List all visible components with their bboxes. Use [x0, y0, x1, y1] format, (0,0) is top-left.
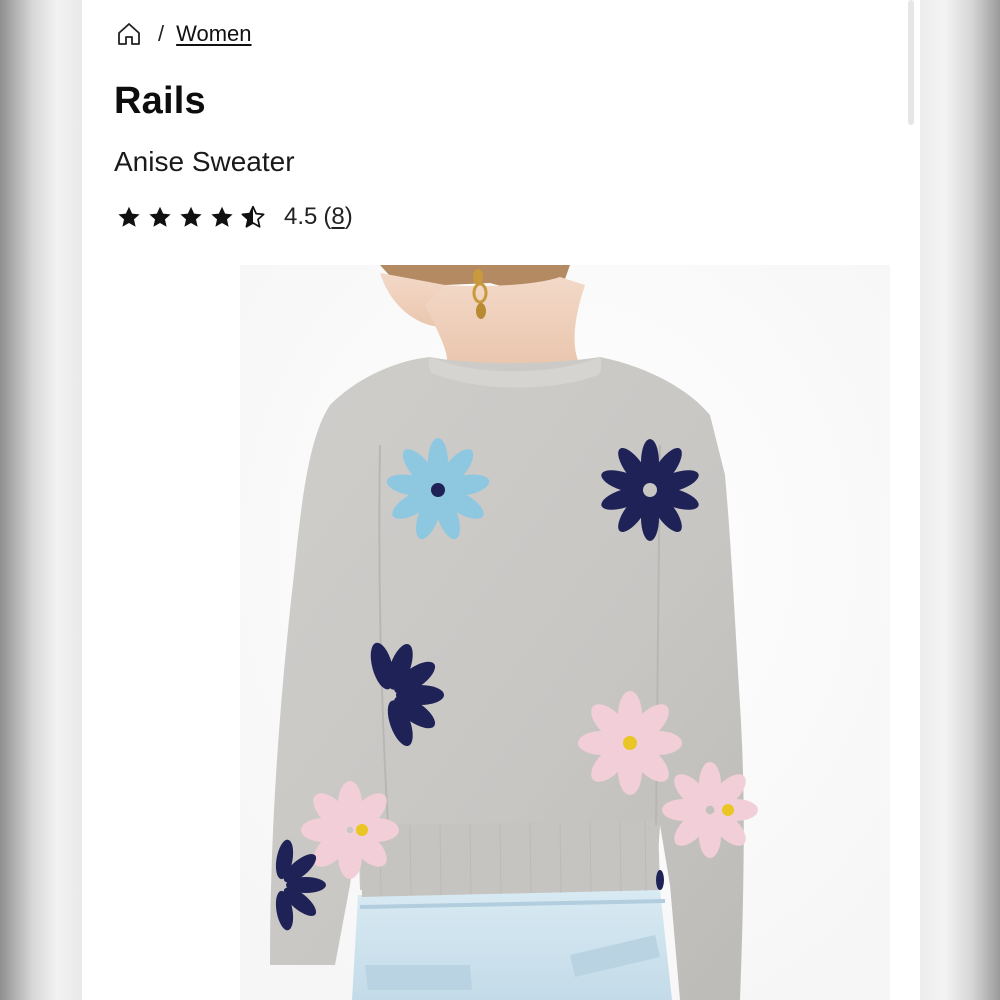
star-full-icon	[147, 204, 173, 230]
breadcrumb-link-women[interactable]: Women	[176, 21, 251, 47]
review-count-close: )	[344, 203, 353, 230]
blurred-background-right	[920, 0, 1000, 1000]
rating-stars	[116, 204, 266, 230]
breadcrumb-separator: /	[158, 21, 165, 46]
star-full-icon	[209, 204, 235, 230]
neck	[425, 277, 585, 365]
brand-name[interactable]: Rails	[114, 80, 206, 123]
star-full-icon	[178, 204, 204, 230]
blurred-background-left	[0, 0, 82, 1000]
star-full-icon	[116, 204, 142, 230]
star-half-icon	[240, 204, 266, 230]
pink-flower	[578, 691, 682, 795]
scrollbar[interactable]	[908, 0, 914, 125]
back-pocket	[365, 965, 472, 990]
product-rating[interactable]: 4.5 (8)	[116, 200, 353, 234]
home-icon[interactable]	[116, 21, 142, 47]
product-image[interactable]	[240, 265, 890, 1000]
rating-value: 4.5	[284, 203, 318, 230]
product-title: Anise Sweater	[114, 146, 295, 177]
hem-rib	[360, 821, 660, 897]
sweater-back-view	[240, 265, 890, 1000]
breadcrumb: / Women	[116, 18, 252, 50]
review-count[interactable]: 8	[331, 203, 344, 230]
review-count-link[interactable]: (8)	[323, 203, 352, 231]
